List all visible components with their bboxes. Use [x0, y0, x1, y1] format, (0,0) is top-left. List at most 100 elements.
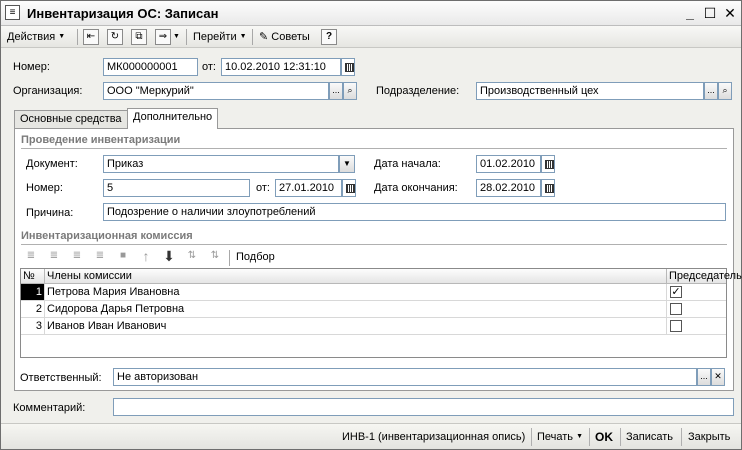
- save-button[interactable]: Записать: [626, 430, 673, 444]
- help-button[interactable]: ?: [321, 29, 337, 45]
- table-row[interactable]: 2 Сидорова Дарья Петровна: [21, 301, 726, 318]
- toolbar-separator: [252, 29, 253, 45]
- tab-fixed-assets[interactable]: Основные средства: [14, 110, 128, 128]
- end-edit-icon[interactable]: ■: [115, 249, 131, 265]
- tab-additional[interactable]: Дополнительно: [127, 108, 219, 129]
- date-from-label: от:: [202, 61, 216, 73]
- comment-field[interactable]: [113, 398, 734, 416]
- chair-cell[interactable]: [667, 318, 726, 334]
- column-header-num[interactable]: №: [21, 269, 45, 284]
- column-header-chair[interactable]: Председатель: [667, 269, 742, 284]
- chair-cell[interactable]: [667, 301, 726, 317]
- sort-asc-icon[interactable]: ⇅: [184, 249, 200, 265]
- conduct-section-title: Проведение инвентаризации: [21, 134, 181, 146]
- member-name[interactable]: Иванов Иван Иванович: [45, 318, 667, 334]
- close-button[interactable]: Закрыть: [688, 430, 730, 444]
- toolbar-separator: [77, 29, 78, 45]
- caret-down-icon: ▼: [58, 33, 66, 41]
- member-name[interactable]: Сидорова Дарья Петровна: [45, 301, 667, 317]
- table-row[interactable]: 3 Иванов Иван Иванович: [21, 318, 726, 335]
- document-type-select[interactable]: Приказ: [103, 155, 339, 173]
- footer-separator: [531, 428, 532, 446]
- toolbar: Действия ▼ ⇤ ↻ ⧉ ⇒ ▼ Перейти ▼ ✎ Советы …: [1, 26, 741, 48]
- department-field[interactable]: Производственный цех: [476, 82, 704, 100]
- caret-down-icon: ▼: [173, 33, 180, 41]
- calendar-icon[interactable]: [541, 179, 555, 197]
- calendar-icon[interactable]: [541, 155, 555, 173]
- sort-desc-icon[interactable]: ⇅: [207, 249, 223, 265]
- end-date-label: Дата окончания:: [374, 182, 458, 194]
- commission-table: № Члены комиссии Председатель 1 Петрова …: [20, 268, 742, 358]
- caret-down-icon: ▼: [576, 433, 584, 441]
- minimize-icon[interactable]: _: [681, 4, 699, 22]
- footer-separator: [620, 428, 621, 446]
- delete-row-icon[interactable]: ≣: [92, 249, 108, 265]
- ok-button[interactable]: OK: [595, 430, 613, 444]
- footer-bar: ИНВ-1 (инвентаризационная опись) Печать …: [1, 423, 741, 449]
- date-field[interactable]: 10.02.2010 12:31:10: [221, 58, 341, 76]
- goto-label: Перейти: [193, 31, 237, 43]
- chair-cell[interactable]: ✓: [667, 284, 726, 300]
- responsible-field[interactable]: Не авторизован: [113, 368, 697, 386]
- tips-icon: ✎: [259, 31, 269, 43]
- footer-separator: [589, 428, 590, 446]
- pick-button[interactable]: Подбор: [236, 250, 275, 264]
- row-number: 3: [21, 318, 45, 334]
- search-icon[interactable]: ⌕: [718, 82, 732, 100]
- toolbar-separator: [186, 29, 187, 45]
- clear-icon[interactable]: ✕: [711, 368, 725, 386]
- order-number-label: Номер:: [26, 182, 63, 194]
- tips-label: Советы: [271, 31, 310, 43]
- column-header-member[interactable]: Члены комиссии: [45, 269, 667, 284]
- caret-down-icon: ▼: [239, 33, 247, 41]
- move-up-icon[interactable]: ↑: [138, 249, 154, 265]
- chair-checkbox[interactable]: [670, 303, 682, 315]
- document-window: ≡ Инвентаризация ОС: Записан _ ☐ ✕ Дейст…: [0, 0, 742, 450]
- based-on-icon[interactable]: ⇒: [155, 29, 171, 45]
- chair-checkbox[interactable]: ✓: [670, 286, 682, 298]
- print-menu[interactable]: Печать ▼: [537, 430, 583, 444]
- organization-field[interactable]: ООО "Меркурий": [103, 82, 329, 100]
- print-label: Печать: [537, 431, 574, 443]
- based-on-dropdown[interactable]: ▼: [173, 29, 180, 45]
- order-date-field[interactable]: 27.01.2010: [275, 179, 342, 197]
- table-row[interactable]: 1 Петрова Мария Ивановна ✓: [21, 284, 726, 301]
- tips-button[interactable]: ✎ Советы: [259, 29, 310, 45]
- comment-label: Комментарий:: [13, 402, 86, 414]
- calendar-icon[interactable]: [341, 58, 355, 76]
- section-divider: [21, 244, 727, 245]
- add-row-icon[interactable]: ≣: [23, 249, 39, 265]
- footer-separator: [681, 428, 682, 446]
- calendar-icon[interactable]: [342, 179, 356, 197]
- actions-label: Действия: [7, 31, 56, 43]
- chair-checkbox[interactable]: [670, 320, 682, 332]
- copy-icon[interactable]: ⧉: [131, 29, 147, 45]
- search-icon[interactable]: ⌕: [343, 82, 357, 100]
- member-name[interactable]: Петрова Мария Ивановна: [45, 284, 667, 300]
- number-label: Номер:: [13, 61, 50, 73]
- toolbar-separator: [229, 250, 230, 266]
- chevron-down-icon[interactable]: ▼: [339, 155, 355, 173]
- maximize-icon[interactable]: ☐: [701, 4, 719, 22]
- order-number-field[interactable]: 5: [103, 179, 250, 197]
- order-date-from-label: от:: [256, 182, 270, 194]
- ellipsis-icon[interactable]: ...: [329, 82, 343, 100]
- window-title: Инвентаризация ОС: Записан: [27, 6, 219, 21]
- title-bar: ≡ Инвентаризация ОС: Записан _ ☐ ✕: [1, 1, 741, 26]
- reason-field[interactable]: Подозрение о наличии злоупотреблений: [103, 203, 726, 221]
- ellipsis-icon[interactable]: ...: [697, 368, 711, 386]
- post-document-icon[interactable]: ⇤: [83, 29, 99, 45]
- goto-menu[interactable]: Перейти ▼: [193, 29, 247, 45]
- end-date-field[interactable]: 28.02.2010: [476, 179, 541, 197]
- copy-row-icon[interactable]: ≣: [46, 249, 62, 265]
- edit-row-icon[interactable]: ≣: [69, 249, 85, 265]
- move-down-icon[interactable]: ⬇: [161, 249, 177, 265]
- row-number: 2: [21, 301, 45, 317]
- refresh-icon[interactable]: ↻: [107, 29, 123, 45]
- close-icon[interactable]: ✕: [721, 4, 739, 22]
- inv1-print-button[interactable]: ИНВ-1 (инвентаризационная опись): [342, 430, 525, 444]
- start-date-field[interactable]: 01.02.2010: [476, 155, 541, 173]
- number-field[interactable]: МК000000001: [103, 58, 198, 76]
- actions-menu[interactable]: Действия ▼: [7, 29, 65, 45]
- ellipsis-icon[interactable]: ...: [704, 82, 718, 100]
